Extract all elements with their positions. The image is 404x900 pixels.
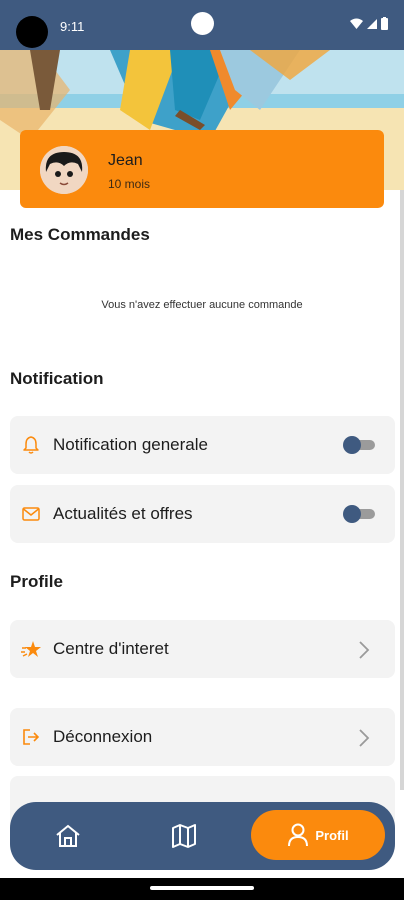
nav-map-button[interactable] xyxy=(164,816,204,856)
profile-card[interactable]: Jean 10 mois xyxy=(20,130,384,208)
home-indicator[interactable] xyxy=(150,886,254,890)
orders-empty-message: Vous n'avez effectuer aucune commande xyxy=(101,299,303,311)
logout-label: Déconnexion xyxy=(53,727,153,746)
news-offers-toggle[interactable] xyxy=(343,505,375,523)
nav-profile-button[interactable]: Profil xyxy=(251,810,385,860)
map-icon xyxy=(172,824,196,848)
news-offers-row: Actualités et offres xyxy=(10,485,395,543)
notification-general-toggle[interactable] xyxy=(343,436,375,454)
scrollbar[interactable] xyxy=(400,190,404,790)
profile-section-title: Profile xyxy=(10,572,63,591)
nav-profile-label: Profil xyxy=(315,827,349,843)
logout-icon xyxy=(23,729,40,745)
chevron-right-icon xyxy=(359,641,370,659)
bell-icon xyxy=(23,436,39,454)
home-icon xyxy=(56,824,80,847)
profile-age: 10 mois xyxy=(108,177,151,191)
toggle-knob xyxy=(343,436,361,454)
camera-cutout xyxy=(16,16,48,48)
wifi-icon xyxy=(350,18,363,29)
nav-home-button[interactable] xyxy=(48,816,88,856)
user-icon xyxy=(288,823,309,847)
bottom-navigation: Profil xyxy=(10,802,395,870)
front-camera xyxy=(191,12,214,35)
toggle-knob xyxy=(343,505,361,523)
status-time: 9:11 xyxy=(60,19,85,34)
signal-icon xyxy=(367,18,377,29)
chevron-right-icon xyxy=(359,729,370,747)
profile-name: Jean xyxy=(108,152,143,169)
notification-general-row: Notification generale xyxy=(10,416,395,474)
interests-row[interactable]: Centre d'interet xyxy=(10,620,395,678)
logout-row[interactable]: Déconnexion xyxy=(10,708,395,766)
mail-icon xyxy=(22,507,40,521)
system-icons xyxy=(350,17,388,30)
star-icon xyxy=(21,641,41,657)
status-bar: 9:11 xyxy=(0,0,404,50)
orders-section-title: Mes Commandes xyxy=(10,225,150,244)
interests-label: Centre d'interet xyxy=(53,639,169,658)
news-offers-label: Actualités et offres xyxy=(53,504,193,523)
avatar xyxy=(40,146,88,194)
notification-section-title: Notification xyxy=(10,369,104,388)
battery-icon xyxy=(381,17,388,30)
notification-general-label: Notification generale xyxy=(53,435,208,454)
system-navigation-bar xyxy=(0,878,404,900)
